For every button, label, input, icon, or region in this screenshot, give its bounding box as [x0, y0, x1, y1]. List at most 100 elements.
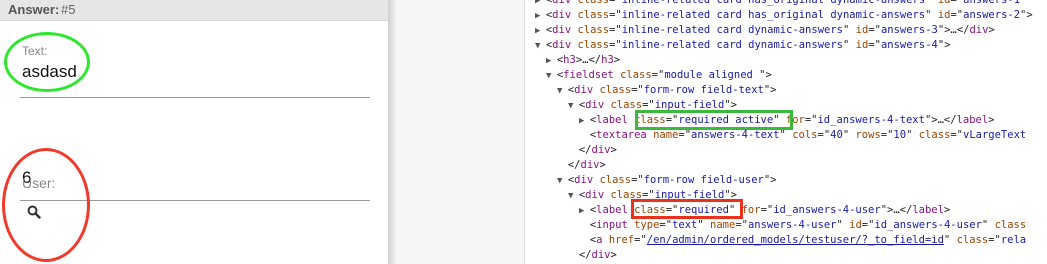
dom-token: rela — [1000, 234, 1027, 246]
dom-token: class — [599, 174, 632, 186]
dom-token: =" — [631, 84, 644, 96]
dom-line[interactable]: ▶ <h3>…</h3> — [546, 52, 620, 68]
dom-token: inline-related card has_original dynamic… — [621, 9, 926, 21]
dom-line[interactable]: ▼ <div class="form-row field-user"> — [557, 172, 777, 188]
expand-down-icon[interactable]: ▼ — [546, 71, 557, 81]
dom-token: > — [610, 144, 617, 156]
dom-line[interactable]: ▼ <div class="inline-related card dynami… — [535, 37, 951, 53]
dom-token: textarea — [596, 129, 647, 141]
devtools-gutter — [396, 0, 525, 264]
dom-token: "> — [1020, 9, 1033, 21]
dom-token: id — [849, 219, 862, 231]
dom-token: name — [653, 129, 679, 141]
expand-down-icon[interactable]: ▼ — [568, 101, 579, 111]
red-highlight-box — [631, 199, 743, 219]
dom-token: "> — [763, 84, 777, 96]
dom-line[interactable]: ▶ <div class="inline-related card has_or… — [535, 7, 1033, 23]
dom-token: answers-4-text — [691, 129, 780, 141]
red-annotation-circle — [2, 148, 90, 262]
href-link[interactable]: /en/admin/ordered_models/testuser/?_to_f… — [647, 234, 944, 246]
answer-number: #5 — [61, 2, 76, 17]
expand-right-icon[interactable]: ▶ — [546, 56, 557, 66]
expand-right-icon[interactable]: ▶ — [535, 11, 546, 21]
dom-token: >…</ — [575, 54, 602, 66]
dom-token: > — [943, 204, 951, 216]
dom-line[interactable]: ▼ <div class="form-row field-text"> — [557, 82, 777, 98]
expand-down-icon[interactable]: ▼ — [557, 86, 568, 96]
dom-token: id — [855, 24, 869, 36]
dom-token: " — [836, 219, 850, 231]
dom-token: div — [591, 144, 611, 156]
dom-token: =" — [760, 204, 774, 216]
dom-token: fieldset — [563, 69, 614, 81]
dom-line[interactable]: <a href="/en/admin/ordered_models/testus… — [579, 232, 1026, 248]
expand-right-icon[interactable] — [568, 251, 579, 261]
dom-token: ">…</ — [924, 114, 957, 126]
dom-token: =" — [861, 219, 875, 231]
dom-line[interactable]: ▶ <div class="inline-related card dynami… — [535, 22, 995, 38]
text-field-underline — [20, 97, 370, 98]
answer-header: Answer: #5 — [0, 0, 388, 21]
expand-right-icon[interactable]: ▶ — [579, 206, 590, 216]
expand-right-icon[interactable]: ▶ — [579, 116, 590, 126]
expand-down-icon[interactable]: ▼ — [557, 176, 568, 186]
dom-token: name — [710, 219, 736, 231]
dom-token: ">…</ — [937, 24, 970, 36]
dom-token: =" — [880, 129, 894, 141]
panel-shadow — [388, 0, 396, 264]
dom-token: div — [591, 249, 611, 261]
expand-down-icon[interactable]: ▼ — [568, 191, 579, 201]
dom-token: id — [855, 39, 869, 51]
dom-token: =" — [804, 114, 818, 126]
dom-token: "> — [759, 69, 772, 81]
dom-token: inline-related card dynamic-answers — [621, 24, 843, 36]
devtools-elements-panel: ▶ <div class="inline-related card has_or… — [525, 0, 1047, 264]
dom-token: =" — [634, 234, 647, 246]
dom-token: </ — [578, 144, 592, 156]
expand-right-icon[interactable] — [568, 146, 579, 156]
expand-right-icon[interactable] — [579, 236, 590, 246]
dom-token: " — [981, 219, 995, 231]
dom-token: "> — [937, 39, 951, 51]
dom-line[interactable]: </div> — [557, 157, 606, 173]
dom-token: =" — [817, 129, 831, 141]
dom-token: text — [672, 219, 698, 231]
expand-right-icon[interactable]: ▶ — [535, 0, 546, 6]
expand-right-icon[interactable] — [579, 221, 590, 231]
dom-token: " — [779, 129, 793, 141]
dom-token: for — [741, 204, 761, 216]
dom-token: " — [925, 9, 938, 21]
dom-token: </ — [578, 249, 592, 261]
dom-token: input — [596, 219, 628, 231]
dom-line[interactable]: </div> — [568, 247, 617, 263]
dom-token: " — [943, 234, 957, 246]
dom-line[interactable]: <input type="text" name="answers-4-user"… — [579, 217, 1026, 233]
dom-token: div — [585, 99, 605, 111]
dom-token: =" — [988, 234, 1001, 246]
green-highlight-box — [635, 110, 793, 130]
dom-token: " — [697, 219, 711, 231]
dom-token: =" — [868, 39, 881, 51]
dom-token: > — [988, 24, 995, 36]
dom-token: answers-3 — [880, 24, 938, 36]
dom-token: href — [608, 234, 635, 246]
dom-token: > — [599, 159, 606, 171]
dom-token: " — [1020, 0, 1027, 6]
expand-right-icon[interactable]: ▶ — [535, 26, 546, 36]
dom-token: =" — [651, 69, 665, 81]
expand-down-icon[interactable]: ▼ — [535, 41, 546, 51]
expand-right-icon[interactable] — [579, 131, 590, 141]
dom-token: form-row field-text — [643, 84, 764, 96]
expand-right-icon[interactable] — [557, 161, 568, 171]
dom-token: > — [613, 54, 621, 66]
dom-token: type — [634, 219, 660, 231]
dom-token: class — [620, 69, 652, 81]
dom-token: div — [574, 84, 594, 96]
dom-token: class — [599, 84, 632, 96]
dom-line[interactable]: </div> — [568, 142, 617, 158]
dom-token: h3 — [601, 54, 614, 66]
dom-token: label — [596, 204, 628, 216]
dom-token: 10 — [893, 129, 907, 141]
dom-token: id_answers-4-text — [817, 114, 925, 126]
dom-line[interactable]: ▼ <fieldset class="module aligned "> — [546, 67, 772, 83]
